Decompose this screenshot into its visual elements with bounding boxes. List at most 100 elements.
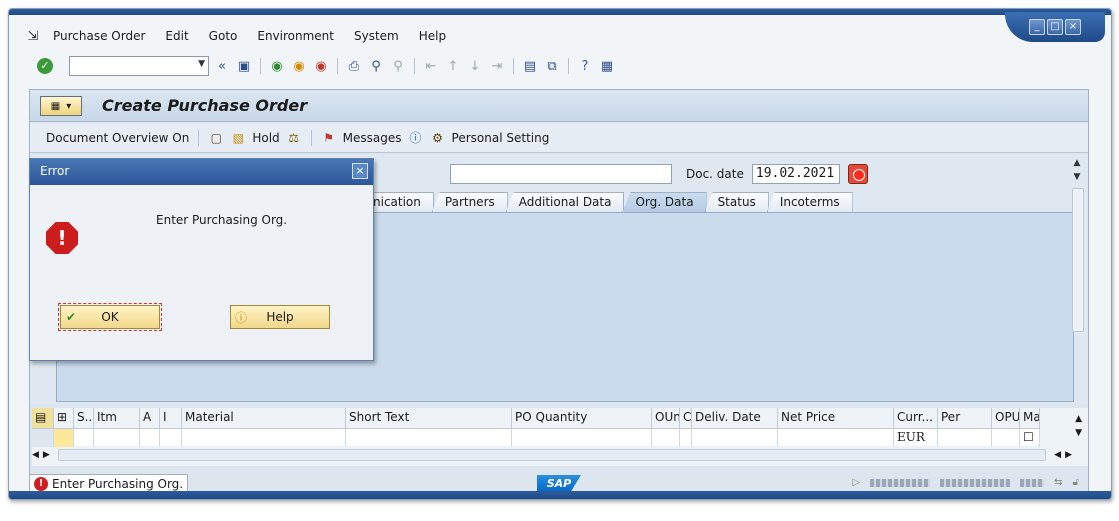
- net-price-cell[interactable]: [778, 429, 894, 447]
- per-cell[interactable]: [938, 429, 992, 447]
- grid-cell[interactable]: [160, 429, 182, 447]
- screen-menu-button[interactable]: ▦ ▾: [40, 96, 82, 116]
- row-selector[interactable]: [32, 429, 54, 447]
- other-document-icon[interactable]: ▧: [230, 130, 246, 146]
- col-status[interactable]: S..: [74, 408, 94, 428]
- document-overview-button[interactable]: Document Overview On: [46, 131, 189, 145]
- info-icon[interactable]: ⓘ: [408, 130, 424, 146]
- col-item[interactable]: Itm: [94, 408, 140, 428]
- chevron-down-icon[interactable]: ▼: [198, 59, 205, 69]
- command-input[interactable]: [70, 57, 190, 75]
- tab-partners[interactable]: Partners: [431, 192, 508, 212]
- delivery-date-cell[interactable]: [692, 429, 778, 447]
- menu-goto[interactable]: Goto: [199, 29, 248, 43]
- save-icon[interactable]: ▣: [235, 57, 253, 75]
- find-next-icon[interactable]: ⚲: [389, 57, 407, 75]
- close-window-button[interactable]: ×: [1065, 19, 1081, 35]
- new-session-icon[interactable]: ▤: [521, 57, 539, 75]
- print-icon[interactable]: ⎙: [345, 57, 363, 75]
- col-item-category[interactable]: I: [160, 408, 182, 428]
- grid-select-all-icon[interactable]: ▤: [32, 408, 54, 428]
- shortcut-icon[interactable]: ⧉: [543, 57, 561, 75]
- col-net-price[interactable]: Net Price: [778, 408, 894, 428]
- next-page-icon[interactable]: ↓: [466, 57, 484, 75]
- help-button[interactable]: ⓘ Help: [230, 305, 330, 329]
- supplier-input[interactable]: [450, 164, 672, 184]
- scroll-down-icon[interactable]: ▼: [1075, 426, 1082, 440]
- col-material-group[interactable]: Ma: [1020, 408, 1040, 428]
- vertical-scrollbar[interactable]: ▲ ▼: [1070, 158, 1084, 403]
- maximize-button[interactable]: □: [1047, 19, 1063, 35]
- tab-additional-data[interactable]: Additional Data: [505, 192, 625, 212]
- tab-status[interactable]: Status: [704, 192, 769, 212]
- messages-button[interactable]: Messages: [343, 131, 402, 145]
- scroll-track[interactable]: [57, 449, 1047, 461]
- tab-org-data[interactable]: Org. Data: [622, 192, 707, 212]
- col-per[interactable]: Per: [938, 408, 992, 428]
- scroll-right-icon[interactable]: ▶: [43, 450, 50, 460]
- opu-cell[interactable]: [992, 429, 1020, 447]
- grid-config-icon[interactable]: ⊞: [54, 408, 74, 428]
- command-field[interactable]: ▼: [69, 56, 209, 76]
- col-short-text[interactable]: Short Text: [346, 408, 512, 428]
- record-icon[interactable]: [847, 164, 868, 184]
- personal-setting-button[interactable]: Personal Setting: [452, 131, 550, 145]
- po-quantity-cell[interactable]: [512, 429, 652, 447]
- new-document-icon[interactable]: ▢: [208, 130, 224, 146]
- col-po-quantity[interactable]: PO Quantity: [512, 408, 652, 428]
- status-cell[interactable]: [54, 429, 74, 447]
- scroll-up-icon[interactable]: ▲: [1075, 412, 1082, 426]
- menu-help[interactable]: Help: [409, 29, 456, 43]
- exit-icon[interactable]: ◉: [290, 57, 308, 75]
- scroll-down-icon[interactable]: ▼: [1070, 172, 1084, 186]
- scroll-up-icon[interactable]: ▲: [1070, 158, 1084, 172]
- scroll-left-icon[interactable]: ◀: [32, 450, 39, 460]
- scroll-right-icon[interactable]: ▶: [1065, 450, 1072, 460]
- col-opu[interactable]: OPU: [992, 408, 1020, 428]
- play-icon[interactable]: ▷: [852, 477, 860, 488]
- grid-cell[interactable]: [652, 429, 680, 447]
- last-page-icon[interactable]: ⇥: [488, 57, 506, 75]
- grid-cell[interactable]: [140, 429, 160, 447]
- grid-cell[interactable]: [680, 429, 692, 447]
- tab-incoterms[interactable]: Incoterms: [766, 192, 853, 212]
- scroll-track[interactable]: [1072, 188, 1084, 332]
- personal-setting-icon[interactable]: ⚙: [430, 130, 446, 146]
- menu-edit[interactable]: Edit: [155, 29, 198, 43]
- lock-icon[interactable]: 🔓︎: [1073, 477, 1079, 488]
- menu-system[interactable]: System: [344, 29, 409, 43]
- col-delivery-date[interactable]: Deliv. Date: [692, 408, 778, 428]
- enter-check-icon[interactable]: ✓: [37, 58, 53, 74]
- overwrite-mode-icon[interactable]: ⇆: [1054, 477, 1062, 488]
- close-icon[interactable]: ×: [352, 163, 368, 179]
- layout-menu-icon[interactable]: ▦: [598, 57, 616, 75]
- menu-environment[interactable]: Environment: [247, 29, 344, 43]
- col-material[interactable]: Material: [182, 408, 346, 428]
- grid-cell[interactable]: [94, 429, 140, 447]
- col-c[interactable]: C: [680, 408, 692, 428]
- col-order-unit[interactable]: OUn: [652, 408, 680, 428]
- history-back-icon[interactable]: «: [213, 57, 231, 75]
- find-icon[interactable]: ⚲: [367, 57, 385, 75]
- menu-purchase-order[interactable]: Purchase Order: [43, 29, 155, 43]
- cancel-icon[interactable]: ◉: [312, 57, 330, 75]
- first-page-icon[interactable]: ⇤: [422, 57, 440, 75]
- previous-page-icon[interactable]: ↑: [444, 57, 462, 75]
- check-icon[interactable]: ⚖: [286, 130, 302, 146]
- grid-vertical-scrollbar[interactable]: ▲ ▼: [1075, 412, 1082, 440]
- hold-button[interactable]: Hold: [252, 131, 279, 145]
- col-currency[interactable]: Curr...: [894, 408, 938, 428]
- table-row[interactable]: EUR ☐: [32, 428, 1040, 447]
- messages-icon[interactable]: ⚑: [321, 130, 337, 146]
- help-icon[interactable]: ?: [576, 57, 594, 75]
- menu-exit-icon[interactable]: ⇲: [23, 29, 43, 44]
- ok-button[interactable]: ✔ OK: [58, 303, 162, 331]
- currency-cell[interactable]: EUR: [894, 429, 938, 447]
- short-text-cell[interactable]: [346, 429, 512, 447]
- grid-cell[interactable]: [74, 429, 94, 447]
- horizontal-scrollbar[interactable]: ◀ ▶ ◀ ▶: [32, 448, 1072, 462]
- col-account-assignment[interactable]: A: [140, 408, 160, 428]
- checkbox-cell[interactable]: ☐: [1020, 429, 1040, 447]
- scroll-left-icon[interactable]: ◀: [1054, 450, 1061, 460]
- doc-date-field[interactable]: 19.02.2021: [751, 164, 840, 184]
